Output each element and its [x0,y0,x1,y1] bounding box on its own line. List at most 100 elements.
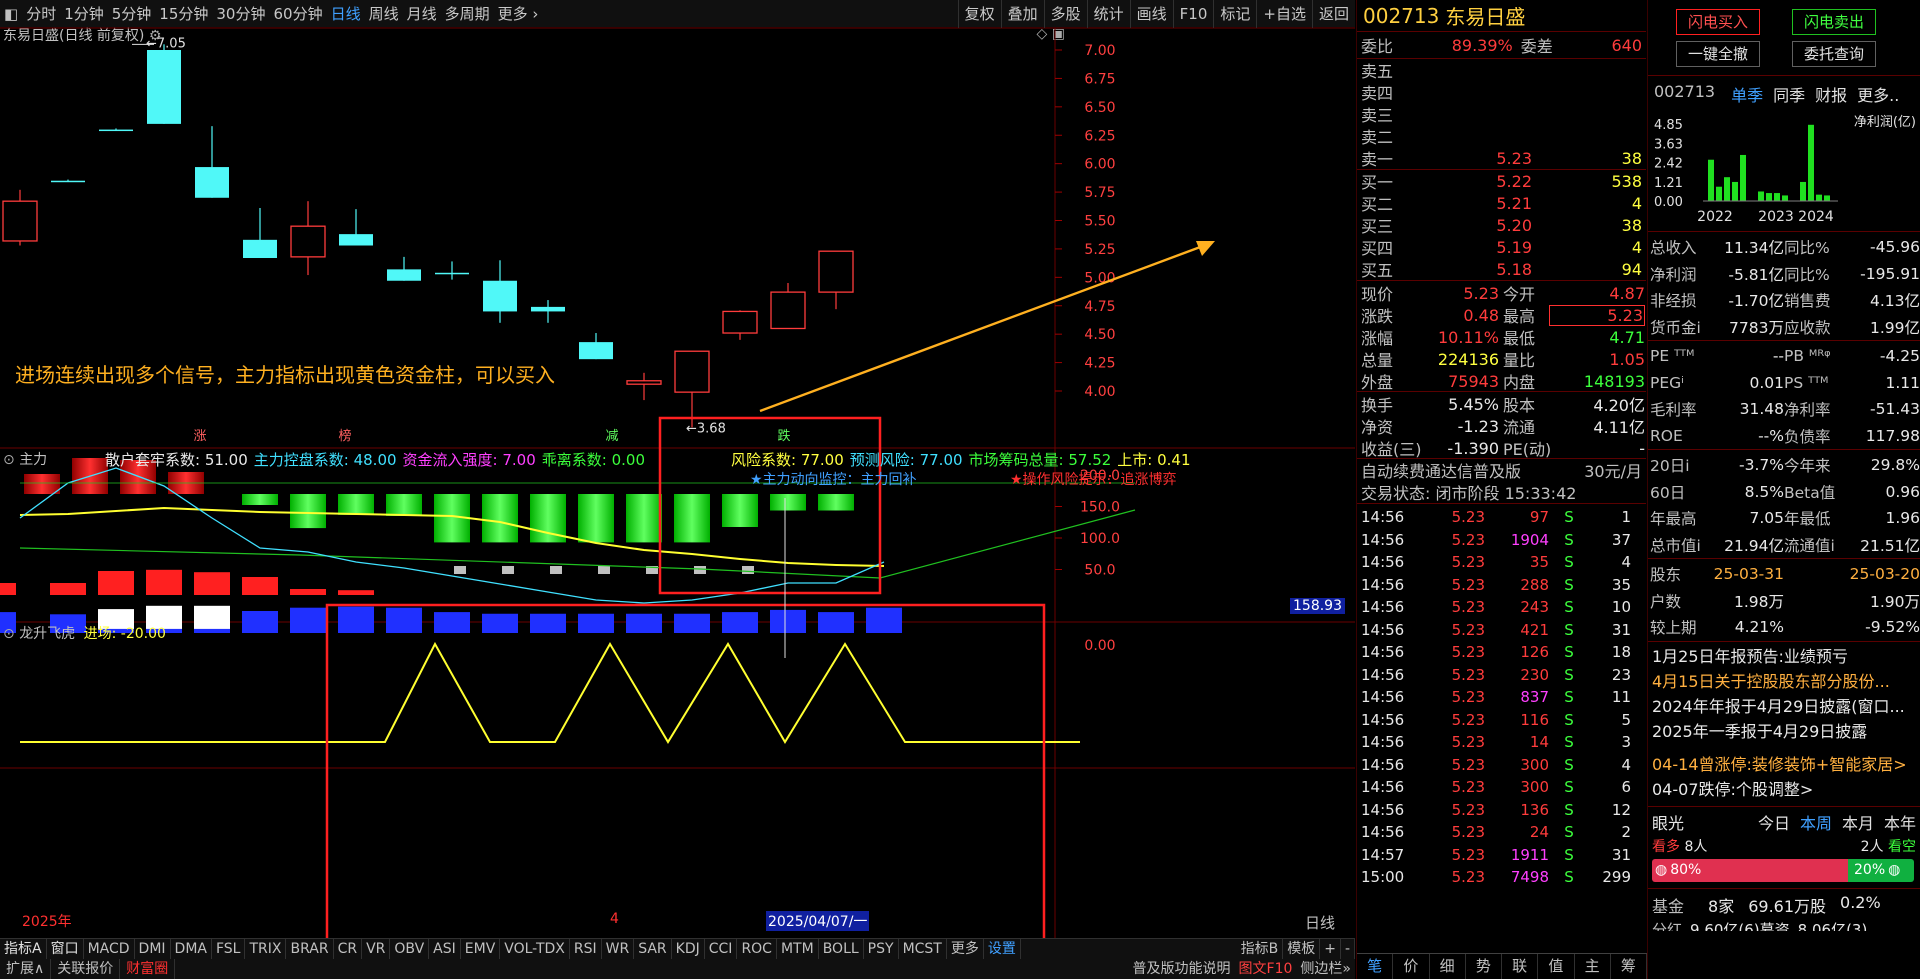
bottom-link[interactable]: 关联报价 [51,959,121,979]
menu-icon[interactable]: ◧ [0,0,22,28]
indicator-tab[interactable]: MACD [84,939,135,959]
bottom-right-link[interactable]: 图文F10 [1235,959,1297,979]
collapse-icon[interactable]: ⊙ [3,452,15,468]
indicator-tab[interactable]: CR [334,939,363,959]
toolbar-button[interactable]: F10 [1172,0,1214,28]
bottom-link[interactable]: 财富圈 [120,959,176,979]
news-item[interactable]: 2025年一季报于4月29日披露 [1648,719,1920,744]
period-tab[interactable]: 15分钟 [155,0,212,28]
indicator-tab[interactable]: MTM [777,939,819,959]
indicator-tab[interactable]: RSI [570,939,602,959]
weibi-label: 委比 [1361,37,1394,56]
news-item[interactable]: 2024年年报于4月29日披露(窗口... [1648,694,1920,719]
volume-bar-blue [386,607,422,633]
bottom-right-link[interactable]: 普及版功能说明 [1129,959,1235,979]
panel-tab[interactable]: 单季 [1731,82,1763,106]
indicator-tab[interactable]: 窗口 [47,939,84,959]
indicator-tab[interactable]: OBV [390,939,430,959]
period-tab[interactable]: 分时 [22,0,60,28]
indicator-tab[interactable]: ASI [429,939,461,959]
toolbar-button[interactable]: 统计 [1086,0,1130,28]
panel-tab[interactable]: 更多.. [1857,82,1899,106]
flash-sell-button[interactable]: 闪电卖出 [1792,9,1876,35]
indicator-tab[interactable]: MCST [899,939,947,959]
indicator-tab[interactable]: 指标A [0,939,47,959]
indicator-tab[interactable]: EMV [461,939,501,959]
toolbar-button[interactable]: 复权 [957,0,1001,28]
period-tab[interactable]: 月线 [403,0,441,28]
indicator-b-tab[interactable]: + [1320,939,1341,959]
period-tab[interactable]: 日线 [327,0,365,28]
quote-tab[interactable]: 价 [1393,954,1430,979]
high-price-label: ←7.05 [146,36,186,51]
indicator-tab[interactable]: DMI [135,939,171,959]
fin-cell: 同比% [1784,239,1830,258]
indicator-b-tab[interactable]: 指标B [1237,939,1284,959]
quote-tab[interactable]: 势 [1466,954,1502,979]
promo-price[interactable]: 30元/月 [1584,458,1642,482]
ytick-label: 6.75 [1084,71,1115,87]
quote-tab[interactable]: 笔 [1357,954,1394,979]
toolbar-button[interactable]: 多股 [1043,0,1087,28]
toolbar-button[interactable]: 标记 [1213,0,1256,28]
period-tab[interactable]: 多周期 [441,0,494,28]
indicator-b-tab[interactable]: - [1341,939,1355,959]
quote-tab[interactable]: 值 [1538,954,1575,979]
toolbar-button[interactable]: 返回 [1311,0,1355,28]
flash-buy-button[interactable]: 闪电买入 [1676,9,1760,35]
indicator-tab[interactable]: 更多 [947,939,984,959]
cancel-all-button[interactable]: 一键全撤 [1676,41,1760,67]
promo-text[interactable]: 自动续费通达信普及版 [1361,458,1521,482]
indicator-tab[interactable]: KDJ [672,939,705,959]
indicator-tab[interactable]: DMA [171,939,212,959]
indicator-tab[interactable]: PSY [864,939,899,959]
indicator-tab[interactable]: WR [602,939,635,959]
indicator-tab[interactable]: VOL-TDX [500,939,570,959]
indicator-tab[interactable]: TRIX [245,939,287,959]
news-item[interactable]: 1月25日年报预告:业绩预亏 [1648,644,1920,669]
profit-ytick: 0.00 [1654,195,1683,210]
period-tab[interactable]: 更多 › [494,0,543,28]
period-tab[interactable]: 5分钟 [108,0,156,28]
fin-cell: 1.11 [1885,373,1920,392]
chart-area[interactable]: 东易日盛(日线 前复权) ⚙ ◇ ▣ 7.00 6.75 6.50 6.25 6.00 5… [0,26,1355,938]
indicator-tab[interactable]: SAR [634,939,672,959]
fin-cell: -1.70亿 [1728,292,1784,311]
indicator-tab[interactable]: FSL [212,939,246,959]
indicator-b-tab[interactable]: 模板 [1283,939,1321,959]
indicator-tab[interactable]: 设置 [984,939,1021,959]
period-tab[interactable]: 60分钟 [269,0,326,28]
panel-tab[interactable]: 财报 [1815,82,1847,106]
eye-tab[interactable]: 本年 [1884,810,1916,834]
collapse-icon[interactable]: ⊙ [3,626,15,642]
quote-tab[interactable]: 细 [1430,954,1466,979]
news-item[interactable]: 4月15日关于控股股东部分股份... [1648,669,1920,694]
eye-tab[interactable]: 本月 [1842,810,1874,834]
quote-tab[interactable]: 主 [1575,954,1611,979]
panel-tab[interactable]: 同季 [1773,82,1805,106]
quote-tab[interactable]: 联 [1502,954,1539,979]
order-query-button[interactable]: 委托查询 [1792,41,1876,67]
indicator-tab[interactable]: VR [362,939,391,959]
tick-row: 14:56 5.23 837 S 11 [1357,686,1646,709]
bottom-link[interactable]: 扩展∧ [0,959,52,979]
quote-tab[interactable]: 筹 [1611,954,1647,979]
period-tab[interactable]: 30分钟 [212,0,269,28]
eye-tab[interactable]: 本周 [1800,810,1832,834]
promo-row[interactable]: 自动续费通达信普及版 30元/月 [1357,459,1646,481]
news-item[interactable]: 04-14曾涨停:装修装饰+智能家居> [1648,752,1920,777]
period-tab[interactable]: 周线 [365,0,403,28]
news-item[interactable]: 04-07跌停:个股调整> [1648,777,1920,802]
tick-side: S [1564,575,1574,594]
toolbar-button[interactable]: 画线 [1129,0,1173,28]
toolbar-button[interactable]: 叠加 [1000,0,1044,28]
toolbar-button[interactable]: +自选 [1256,0,1312,28]
period-tab[interactable]: 1分钟 [60,0,108,28]
volume-bar-red [338,590,374,595]
bottom-right-link[interactable]: 侧边栏» [1296,959,1355,979]
indicator-tab[interactable]: BOLL [819,939,864,959]
indicator-tab[interactable]: BRAR [286,939,334,959]
indicator-tab[interactable]: ROC [737,939,777,959]
indicator-tab[interactable]: CCI [705,939,738,959]
eye-tab[interactable]: 今日 [1758,810,1790,834]
